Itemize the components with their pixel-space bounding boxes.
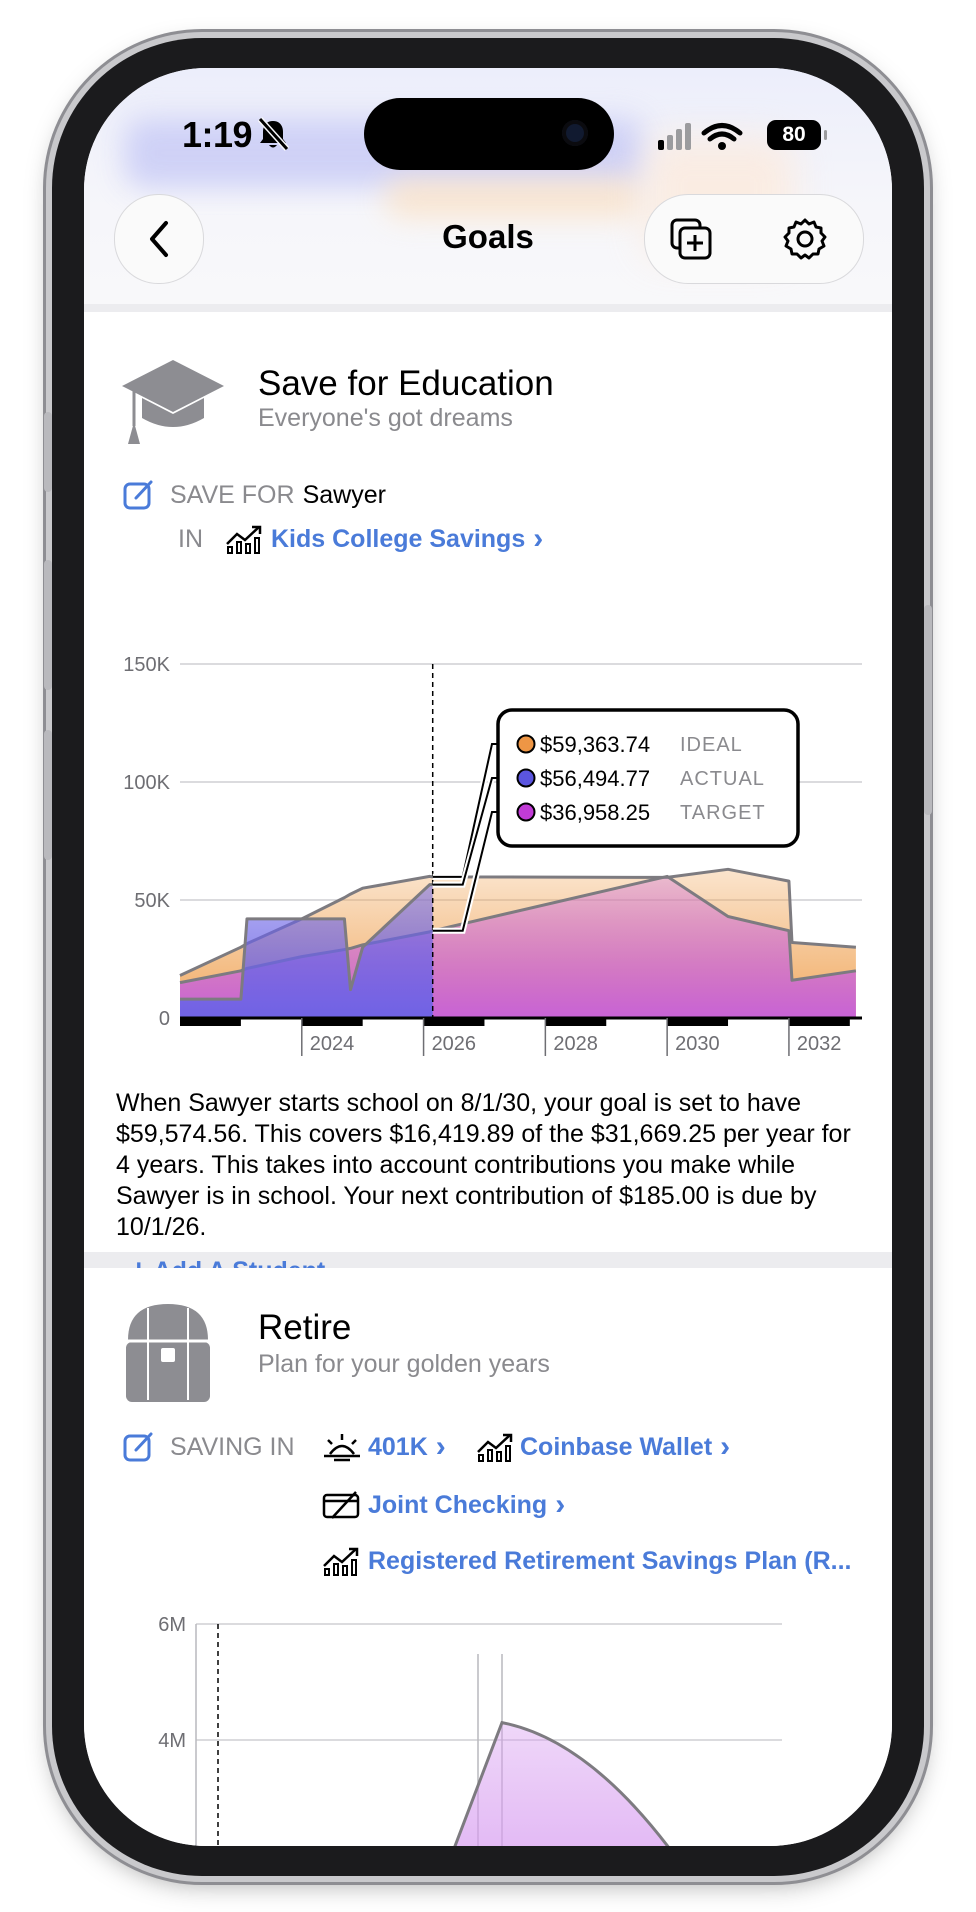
year-band <box>301 1018 363 1026</box>
tooltip-label-target: TARGET <box>680 802 766 824</box>
year-band <box>423 1018 485 1026</box>
sunrise-icon <box>324 1434 360 1462</box>
add-goal-button[interactable] <box>667 215 715 263</box>
x-tick-label: 2032 <box>797 1033 842 1055</box>
volume-down-button <box>44 730 52 860</box>
y-tick-label: 0 <box>159 1008 170 1030</box>
y-tick-label: 150K <box>123 654 170 676</box>
dynamic-island <box>364 98 614 170</box>
action-button <box>44 412 52 492</box>
bell-slash-icon <box>257 116 290 152</box>
tooltip-value-actual: $56,494.77 <box>540 766 650 791</box>
retire-chart[interactable]: 6M 4M <box>84 1604 892 1846</box>
account-coinbase-link[interactable]: Coinbase Wallet › <box>476 1430 730 1464</box>
education-description: When Sawyer starts school on 8/1/30, you… <box>116 1089 851 1241</box>
education-goal-subtitle: Everyone's got dreams <box>258 404 513 432</box>
home-indicator <box>360 1832 616 1846</box>
chart-up-icon <box>323 1547 359 1576</box>
retire-goal-card: Retire Plan for your golden years SAVING… <box>84 1268 892 1846</box>
treasure-chest-icon <box>126 1304 210 1402</box>
settings-button[interactable] <box>781 215 829 263</box>
tooltip-label-ideal: IDEAL <box>680 734 743 756</box>
tooltip-label-actual: ACTUAL <box>680 768 765 790</box>
year-band <box>545 1018 607 1026</box>
account-chevron: › <box>720 1430 731 1463</box>
x-tick-label: 2028 <box>553 1033 598 1055</box>
account-rrsp-link[interactable]: Registered Retirement Savings Plan (R... <box>322 1546 851 1576</box>
battery-indicator: 80 <box>767 120 827 150</box>
in-label: IN <box>178 524 203 553</box>
year-band <box>788 1018 850 1026</box>
screen: 1:19 80 Goals Save for Education Everyon… <box>84 68 892 1846</box>
account-chevron: › <box>533 522 544 555</box>
header: 1:19 80 Goals <box>84 68 892 304</box>
education-goal-title: Save for Education <box>258 364 554 403</box>
x-tick-label: 2026 <box>432 1033 477 1055</box>
signal-wifi-icon <box>658 123 743 150</box>
save-for-label: SAVE FOR <box>170 480 295 509</box>
retire-goal-title: Retire <box>258 1308 352 1347</box>
tooltip-dot-ideal <box>516 734 536 754</box>
x-tick-label: 2024 <box>310 1033 355 1055</box>
tooltip-dot-target <box>516 802 536 822</box>
toolbar-pill <box>644 194 864 284</box>
edit-icon[interactable] <box>122 1430 156 1464</box>
y-tick-label: 100K <box>123 772 170 794</box>
student-name[interactable]: Sawyer <box>303 481 386 510</box>
account-401k-link[interactable]: 401K › <box>322 1430 446 1464</box>
y-tick-label: 4M <box>158 1730 186 1752</box>
account-401k-label: 401K <box>368 1432 428 1461</box>
year-band <box>667 1018 729 1026</box>
tooltip-value-ideal: $59,363.74 <box>540 732 650 757</box>
x-tick-label: 2030 <box>675 1033 720 1055</box>
account-joint-checking-link[interactable]: Joint Checking › <box>322 1488 565 1522</box>
card-slash-icon <box>322 1491 360 1519</box>
account-coinbase-label: Coinbase Wallet <box>520 1432 713 1461</box>
gear-icon <box>783 218 827 260</box>
chart-up-icon <box>477 1433 513 1462</box>
saving-in-label: SAVING IN <box>170 1432 295 1461</box>
chart-up-icon <box>226 525 262 554</box>
account-chevron: › <box>555 1488 566 1521</box>
tooltip-dot-actual <box>516 768 536 788</box>
account-joint-checking-label: Joint Checking <box>368 1490 548 1519</box>
graduation-cap-icon <box>122 360 224 444</box>
y-tick-label: 6M <box>158 1614 186 1636</box>
education-chart[interactable]: 150K 100K 50K 0 2024 2026 2028 2030 2032 $59,363.… <box>84 644 892 1064</box>
kids-college-savings-link[interactable]: Kids College Savings <box>271 525 525 554</box>
edit-icon[interactable] <box>122 478 156 512</box>
tooltip-value-target: $36,958.25 <box>540 800 650 825</box>
power-button <box>924 605 932 815</box>
series-area-retire <box>453 1720 670 1846</box>
account-rrsp-label: Registered Retirement Savings Plan (R... <box>368 1546 852 1575</box>
y-tick-label: 50K <box>134 890 170 912</box>
account-chevron: › <box>435 1430 446 1463</box>
year-band <box>180 1018 241 1026</box>
add-copy-icon <box>670 218 712 260</box>
status-time: 1:19 <box>182 114 253 155</box>
volume-up-button <box>44 560 52 690</box>
retire-goal-subtitle: Plan for your golden years <box>258 1350 550 1378</box>
